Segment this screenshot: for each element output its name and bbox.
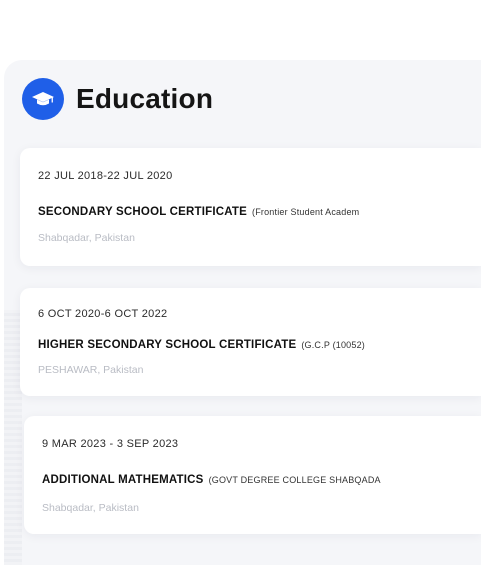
entry-degree: SECONDARY SCHOOL CERTIFICATE xyxy=(38,206,247,218)
education-entry: 6 OCT 2020-6 OCT 2022 HIGHER SECONDARY S… xyxy=(20,288,481,396)
entry-location: Shabqadar, Pakistan xyxy=(42,502,139,514)
entry-date: 22 JUL 2018-22 JUL 2020 xyxy=(38,170,173,182)
education-entry: 9 MAR 2023 - 3 SEP 2023 ADDITIONAL MATHE… xyxy=(24,416,481,534)
education-entry: 22 JUL 2018-22 JUL 2020 SECONDARY SCHOOL… xyxy=(20,148,481,266)
entry-title-line: SECONDARY SCHOOL CERTIFICATE (Frontier St… xyxy=(38,202,359,220)
entry-institution: (G.C.P (10052) xyxy=(301,340,365,350)
entry-institution: (GOVT DEGREE COLLEGE SHABQADA xyxy=(208,475,381,485)
entry-location: PESHAWAR, Pakistan xyxy=(38,364,144,376)
entry-location: Shabqadar, Pakistan xyxy=(38,232,135,244)
entry-title-line: HIGHER SECONDARY SCHOOL CERTIFICATE (G.C.… xyxy=(38,335,365,353)
entry-degree: ADDITIONAL MATHEMATICS xyxy=(42,474,204,486)
entry-title-line: ADDITIONAL MATHEMATICS (GOVT DEGREE COLLE… xyxy=(42,470,381,488)
entry-date: 9 MAR 2023 - 3 SEP 2023 xyxy=(42,438,179,450)
entry-date: 6 OCT 2020-6 OCT 2022 xyxy=(38,308,168,320)
graduation-cap-icon xyxy=(22,78,64,120)
entry-degree: HIGHER SECONDARY SCHOOL CERTIFICATE xyxy=(38,339,297,351)
section-header: Education xyxy=(22,78,213,120)
section-title: Education xyxy=(76,83,214,114)
entry-institution: (Frontier Student Academ xyxy=(252,207,360,217)
